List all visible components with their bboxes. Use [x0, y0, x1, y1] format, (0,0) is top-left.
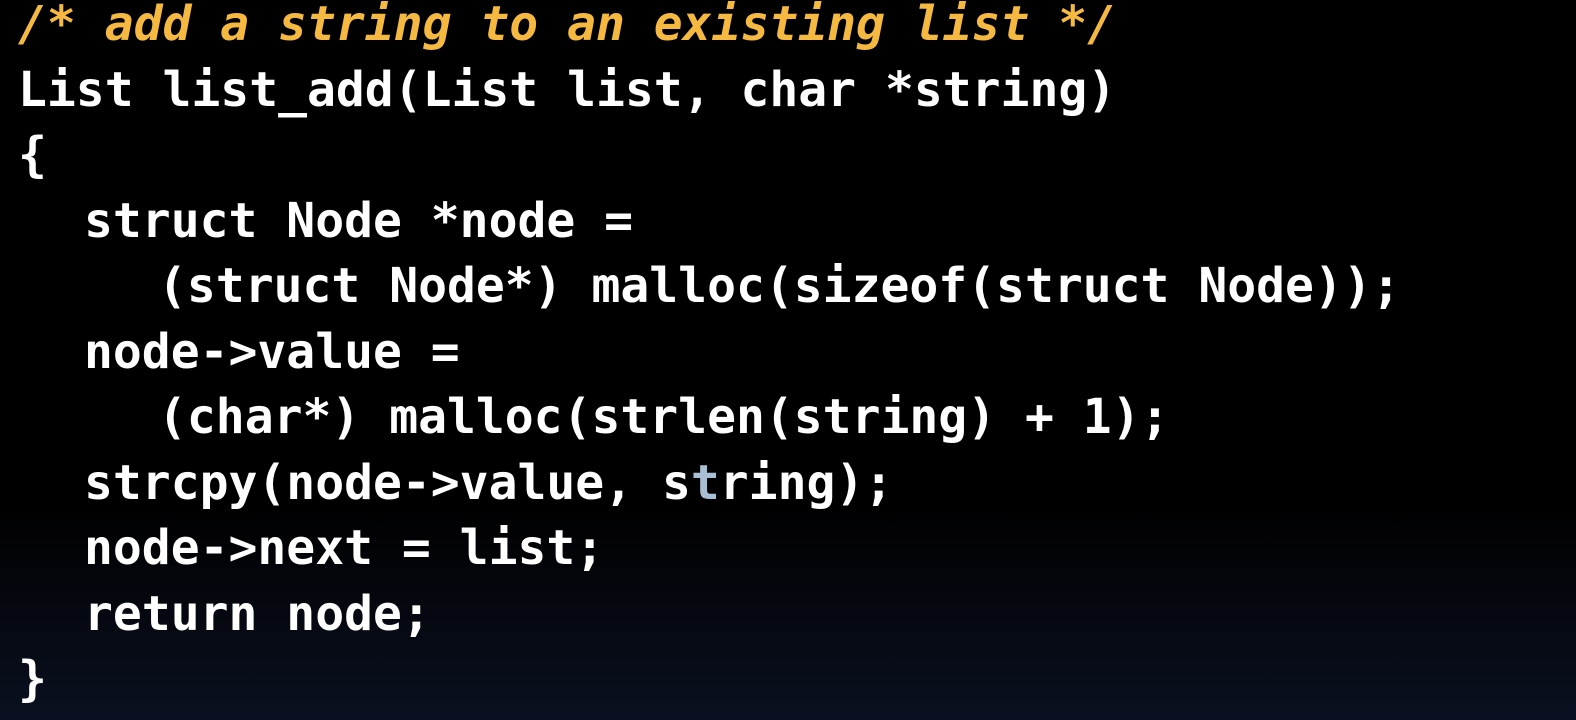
- function-signature: List list_add(List list, char *string): [18, 61, 1117, 118]
- code-block: /* add a string to an existing list */ L…: [18, 0, 1401, 713]
- next-assignment: node->next = list;: [84, 520, 605, 576]
- value-assignment: node->value =: [84, 323, 460, 380]
- code-slide: /* add a string to an existing list */ L…: [0, 0, 1576, 720]
- strcpy-line: strcpy(node->value, string);: [18, 451, 1401, 517]
- value-malloc: (char*) malloc(strlen(string) + 1);: [158, 389, 1170, 445]
- strcpy-post: ring);: [719, 454, 894, 511]
- close-brace: }: [18, 651, 47, 707]
- strcpy-pre: strcpy(node->value, s: [84, 454, 691, 511]
- open-brace: {: [18, 127, 47, 183]
- node-malloc: (struct Node*) malloc(sizeof(struct Node…: [158, 258, 1401, 314]
- strcpy-highlight: t: [690, 454, 720, 511]
- node-declaration: struct Node *node =: [84, 192, 634, 249]
- return-statement: return node;: [84, 585, 431, 642]
- code-comment: /* add a string to an existing list */: [18, 0, 1117, 52]
